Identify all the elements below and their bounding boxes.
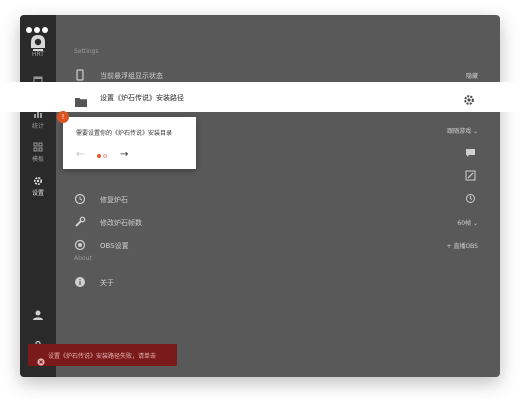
obs-add-button[interactable]: + 直播OBS <box>447 241 478 250</box>
toast-text: 设置《炉石传说》安装路径失败，请单击 <box>48 353 157 360</box>
next-arrow-icon[interactable]: → <box>120 149 128 160</box>
sidebar-item-label: 统计 <box>31 123 44 130</box>
maximize-dot[interactable] <box>42 27 48 33</box>
row-label: OBS设置 <box>100 242 129 250</box>
error-icon <box>37 351 45 366</box>
prev-arrow-icon[interactable]: ← <box>76 149 84 160</box>
minimize-dot[interactable] <box>34 27 40 33</box>
row-label: 修改炉石帧数 <box>100 219 142 227</box>
row-label: 关于 <box>100 279 114 287</box>
close-dot[interactable] <box>26 27 32 33</box>
record-icon <box>74 239 86 251</box>
app-logo-icon <box>29 34 47 52</box>
folder-icon <box>75 92 87 107</box>
settings-row-install-path[interactable]: 设置《炉石传说》安装路径 <box>0 82 520 112</box>
edit-icon[interactable] <box>465 170 476 181</box>
row-label: 修复炉石 <box>100 196 128 204</box>
app-logo-text: HRT <box>32 51 44 58</box>
wrench-icon <box>74 216 86 228</box>
chat-icon[interactable] <box>465 147 476 158</box>
step-dot-active <box>97 154 101 158</box>
settings-row-fps[interactable]: 修改炉石帧数 60帧 ⌄ <box>56 211 500 233</box>
sidebar-item-label: 设置 <box>31 190 44 197</box>
guide-tooltip: ! 需要设置你的《炉石传说》安装目录 ← → <box>57 111 196 169</box>
about-row[interactable]: 关于 <box>56 271 500 293</box>
step-dot <box>103 154 107 158</box>
gear-icon <box>33 176 43 186</box>
app-window: HRT 收藏 统计 模板 设置 Settings 当前悬浮组显示状态 隐 <box>20 15 500 377</box>
settings-panel: Settings 当前悬浮组显示状态 隐藏 跟随游戏 ⌄ 修复炉石 修改炉石帧数… <box>56 15 500 377</box>
sidebar-item-settings[interactable]: 设置 <box>20 176 56 197</box>
sidebar-item-stats[interactable]: 统计 <box>20 109 56 130</box>
fps-select[interactable]: 60帧 ⌄ <box>457 218 478 227</box>
error-toast[interactable]: 设置《炉石传说》安装路径失败，请单击 <box>28 344 177 366</box>
phone-icon <box>74 69 86 81</box>
row-label: 设置《炉石传说》安装路径 <box>100 94 184 102</box>
gear-icon[interactable] <box>463 91 475 105</box>
user-icon[interactable] <box>32 306 44 320</box>
row-value[interactable]: 隐藏 <box>466 71 478 80</box>
sidebar-item-templates[interactable]: 模板 <box>20 142 56 163</box>
settings-row-obs[interactable]: OBS设置 + 直播OBS <box>56 234 500 256</box>
settings-row-repair[interactable]: 修复炉石 <box>56 188 500 210</box>
sidebar-item-label: 模板 <box>31 156 44 163</box>
info-icon <box>74 276 86 288</box>
step-badge: ! <box>57 111 69 123</box>
row-label: 当前悬浮组显示状态 <box>100 72 163 80</box>
grid-icon <box>33 142 43 152</box>
about-section-title: About <box>74 255 92 262</box>
history-action-icon[interactable] <box>465 193 476 204</box>
follow-game-select[interactable]: 跟随游戏 ⌄ <box>447 126 478 135</box>
sidebar: HRT 收藏 统计 模板 设置 <box>20 15 56 377</box>
history-icon <box>74 193 86 205</box>
settings-section-title: Settings <box>74 48 99 55</box>
tooltip-text: 需要设置你的《炉石传说》安装目录 <box>76 130 173 137</box>
